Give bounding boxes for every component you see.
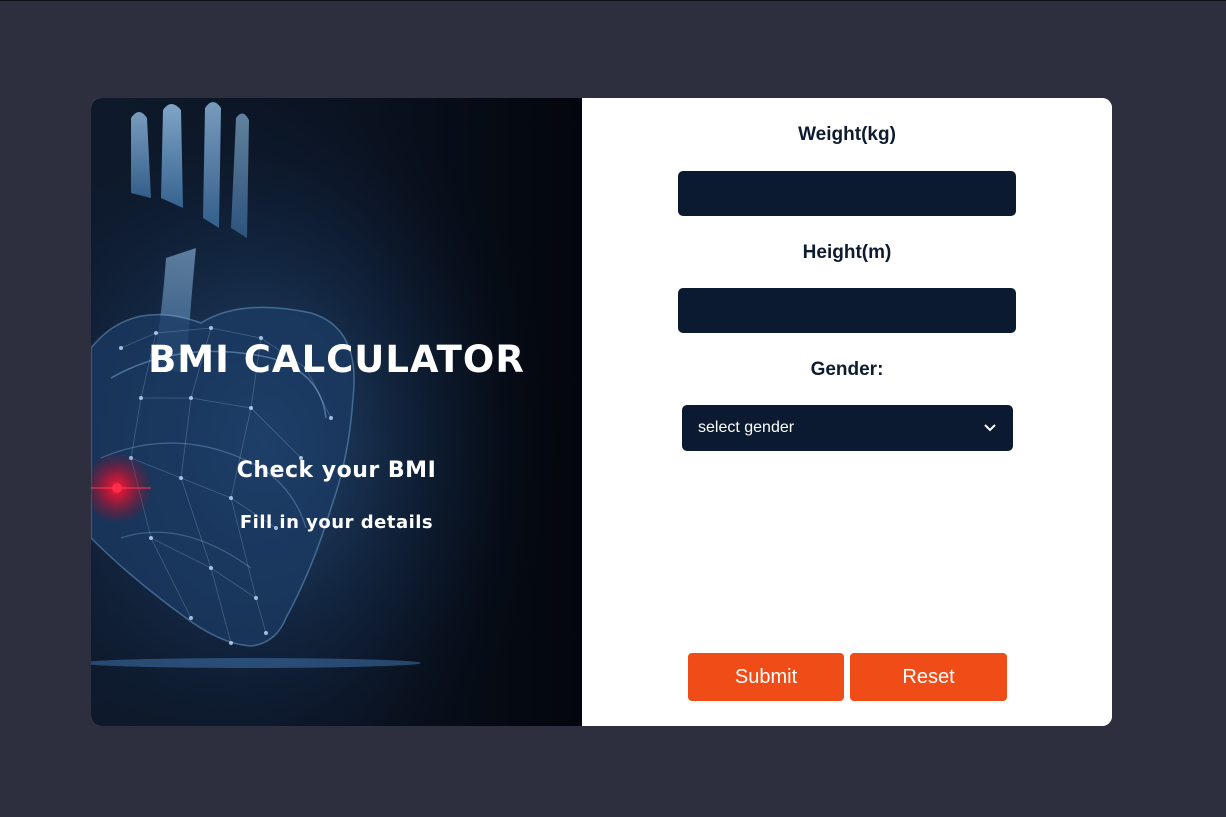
gender-label: Gender: — [810, 359, 884, 380]
hero-subtitle: Check your BMI — [236, 458, 437, 483]
weight-input[interactable] — [678, 171, 1016, 216]
height-input[interactable] — [678, 288, 1016, 333]
reset-button[interactable]: Reset — [850, 653, 1007, 701]
bmi-form: Weight(kg) Height(m) Gender: select gend… — [582, 98, 1112, 726]
weight-label: Weight(kg) — [798, 124, 896, 145]
page-title: BMI CALCULATOR — [148, 338, 525, 381]
gender-select[interactable]: select gender — [682, 405, 1013, 451]
submit-button[interactable]: Submit — [688, 653, 844, 701]
chevron-down-icon — [983, 421, 997, 435]
window-top-border — [0, 0, 1226, 1]
hero-caption: Fill in your details — [239, 512, 434, 533]
height-label: Height(m) — [802, 242, 892, 263]
hero-panel: BMI CALCULATOR Check your BMI Fill in yo… — [91, 98, 582, 726]
heart-illustration — [91, 98, 582, 726]
gender-select-value: select gender — [698, 419, 795, 436]
bmi-card: BMI CALCULATOR Check your BMI Fill in yo… — [91, 98, 1112, 726]
